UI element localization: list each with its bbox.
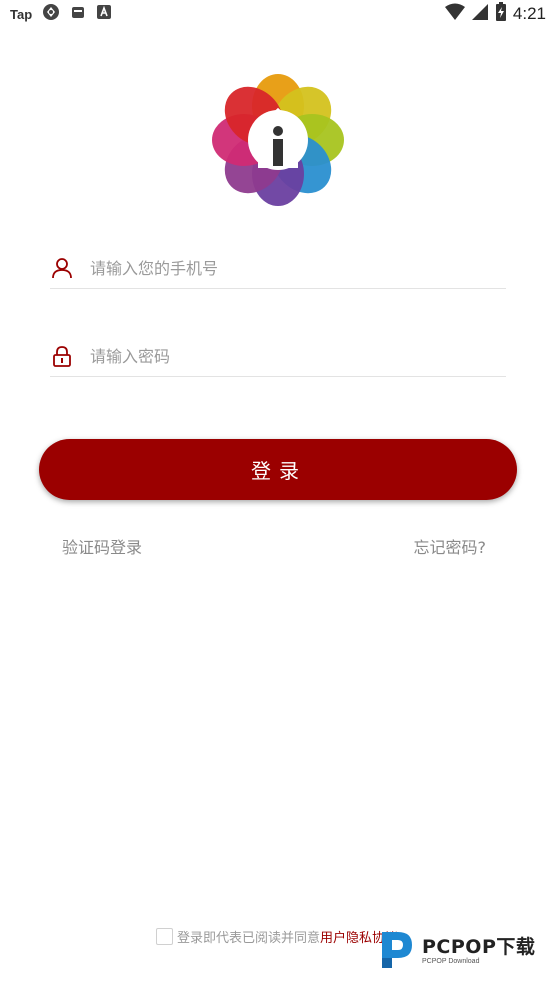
status-system: 4:21 — [444, 2, 546, 26]
status-time: 4:21 — [512, 4, 546, 23]
watermark-main: PCPOP下载 — [422, 936, 536, 958]
sms-login-link[interactable]: 验证码登录 — [62, 534, 142, 558]
signal-icon — [471, 3, 489, 25]
forgot-password-link[interactable]: 忘记密码? — [414, 534, 487, 558]
phone-input[interactable] — [90, 258, 506, 278]
login-screen: Tap 4:21 请输入您的手机号 登录 验证码登录 忘记密码? 登录即代表已阅… — [0, 0, 556, 986]
battery-icon — [495, 2, 507, 26]
password-field-row — [50, 336, 506, 377]
wifi-icon — [444, 3, 465, 25]
agreement-text: 登录即代表已阅读并同意 — [177, 931, 321, 946]
bag-icon — [70, 4, 86, 24]
agreement-checkbox[interactable] — [156, 928, 173, 945]
user-icon — [50, 256, 74, 280]
phone-field-row — [50, 248, 506, 289]
watermark-text: PCPOP下载 PCPOP Download — [422, 936, 535, 966]
a-icon — [96, 4, 112, 24]
app-logo-icon — [212, 74, 344, 206]
status-notifications: Tap — [10, 3, 112, 25]
sync-icon — [42, 3, 60, 25]
watermark: PCPOP下载 PCPOP Download — [378, 928, 535, 974]
login-button[interactable]: 登录 — [39, 439, 517, 500]
password-input[interactable] — [90, 346, 506, 366]
watermark-logo-icon — [378, 928, 418, 974]
lock-icon — [50, 344, 74, 368]
watermark-sub: PCPOP Download — [422, 958, 480, 965]
agreement-row: 登录即代表已阅读并同意 用户隐私协议 — [156, 927, 398, 946]
status-bar: Tap 4:21 — [0, 0, 556, 28]
tap-label: Tap — [10, 6, 33, 22]
